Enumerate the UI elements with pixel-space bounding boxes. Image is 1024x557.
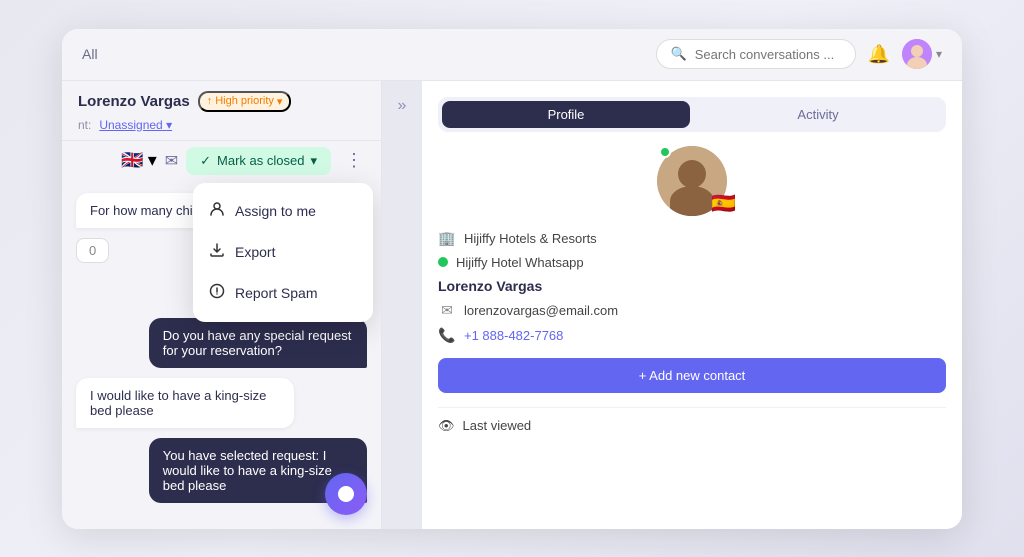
record-icon: [338, 486, 354, 502]
assignee-chevron-icon: ▾: [166, 118, 172, 132]
all-label: All: [82, 46, 98, 62]
collapse-icon[interactable]: »: [398, 97, 407, 115]
right-panel: Profile Activity 🇪🇸: [422, 81, 962, 529]
mark-closed-button[interactable]: ✓ Mark as closed ▾: [186, 147, 331, 175]
report-spam-label: Report Spam: [235, 285, 317, 301]
priority-badge[interactable]: ↑ High priority ▾: [198, 91, 292, 112]
priority-label: High priority: [215, 95, 274, 107]
counter-badge: 0: [76, 238, 109, 263]
online-indicator: [659, 146, 671, 158]
assign-to-me-item[interactable]: Assign to me: [193, 191, 373, 232]
flag-chevron-icon: ▾: [148, 150, 157, 171]
building-icon: 🏢: [438, 230, 456, 247]
export-item[interactable]: Export: [193, 232, 373, 273]
content-area: Lorenzo Vargas ↑ High priority ▾ nt: Una…: [62, 81, 962, 529]
assignee-value[interactable]: Unassigned ▾: [99, 118, 172, 132]
checkmark-icon: ✓: [200, 153, 211, 169]
assign-to-me-label: Assign to me: [235, 203, 316, 219]
tab-group: Profile Activity: [438, 97, 946, 132]
company-row: 🏢 Hijiffy Hotels & Resorts: [438, 230, 946, 247]
mail-icon: ✉: [438, 302, 456, 319]
language-flag-button[interactable]: 🇬🇧 ▾: [121, 150, 156, 171]
country-flag: 🇪🇸: [711, 191, 736, 216]
add-contact-label: + Add new contact: [639, 368, 746, 383]
name-row: Lorenzo Vargas: [438, 278, 946, 294]
email-row: ✉ lorenzovargas@email.com: [438, 302, 946, 319]
profile-info: 🏢 Hijiffy Hotels & Resorts Hijiffy Hotel…: [438, 230, 946, 344]
conv-header-bottom: nt: Unassigned ▾: [78, 118, 365, 132]
user-chevron-icon: ▾: [936, 47, 942, 61]
email-icon[interactable]: ✉: [165, 151, 178, 171]
assignee-prefix: nt:: [78, 118, 91, 132]
profile-name: Lorenzo Vargas: [438, 278, 542, 294]
top-bar-left: All: [82, 46, 98, 62]
add-contact-button[interactable]: + Add new contact: [438, 358, 946, 393]
export-label: Export: [235, 244, 275, 260]
whatsapp-icon: [438, 257, 448, 267]
eye-icon: 👁: [438, 418, 455, 434]
conversation-header: Lorenzo Vargas ↑ High priority ▾ nt: Una…: [62, 81, 381, 141]
export-icon: [209, 242, 225, 263]
report-spam-item[interactable]: Report Spam: [193, 273, 373, 314]
whatsapp-channel: Hijiffy Hotel Whatsapp: [456, 255, 584, 270]
dropdown-menu: Assign to me Export: [193, 183, 373, 322]
record-button[interactable]: [325, 473, 367, 515]
message-incoming-2: I would like to have a king-size bed ple…: [76, 378, 294, 428]
conv-header-top: Lorenzo Vargas ↑ High priority ▾: [78, 91, 365, 112]
top-bar-right: 🔍 🔔 ▾: [656, 39, 942, 69]
bell-icon[interactable]: 🔔: [868, 44, 890, 65]
tab-activity[interactable]: Activity: [694, 101, 942, 128]
top-bar: All 🔍 🔔 ▾: [62, 29, 962, 81]
contact-name: Lorenzo Vargas: [78, 93, 190, 110]
mark-closed-label: Mark as closed: [217, 153, 304, 168]
last-viewed-label: Last viewed: [463, 418, 532, 433]
priority-chevron-icon: ▾: [277, 95, 283, 108]
user-avatar-wrap[interactable]: ▾: [902, 39, 942, 69]
left-panel: Lorenzo Vargas ↑ High priority ▾ nt: Una…: [62, 81, 382, 529]
priority-arrow-icon: ↑: [207, 95, 213, 107]
assign-icon: [209, 201, 225, 222]
profile-phone[interactable]: +1 888-482-7768: [464, 328, 563, 343]
message-outgoing-2: Do you have any special request for your…: [149, 318, 367, 368]
user-avatar: [902, 39, 932, 69]
search-icon: 🔍: [671, 46, 687, 62]
tab-profile[interactable]: Profile: [442, 101, 690, 128]
phone-row: 📞 +1 888-482-7768: [438, 327, 946, 344]
whatsapp-row: Hijiffy Hotel Whatsapp: [438, 255, 946, 270]
more-options-button[interactable]: ⋮: [339, 148, 369, 173]
search-bar[interactable]: 🔍: [656, 39, 856, 69]
profile-avatar-area: 🇪🇸: [438, 146, 946, 216]
last-viewed-row: 👁 Last viewed: [438, 407, 946, 434]
panel-divider: »: [382, 81, 422, 529]
flag-icon: 🇬🇧: [121, 150, 143, 171]
company-name: Hijiffy Hotels & Resorts: [464, 231, 597, 246]
mark-closed-chevron-icon: ▾: [310, 153, 317, 169]
spam-icon: [209, 283, 225, 304]
search-input[interactable]: [695, 47, 841, 62]
profile-email: lorenzovargas@email.com: [464, 303, 618, 318]
toolbar: 🇬🇧 ▾ ✉ ✓ Mark as closed ▾ ⋮: [62, 141, 381, 181]
phone-icon: 📞: [438, 327, 456, 344]
